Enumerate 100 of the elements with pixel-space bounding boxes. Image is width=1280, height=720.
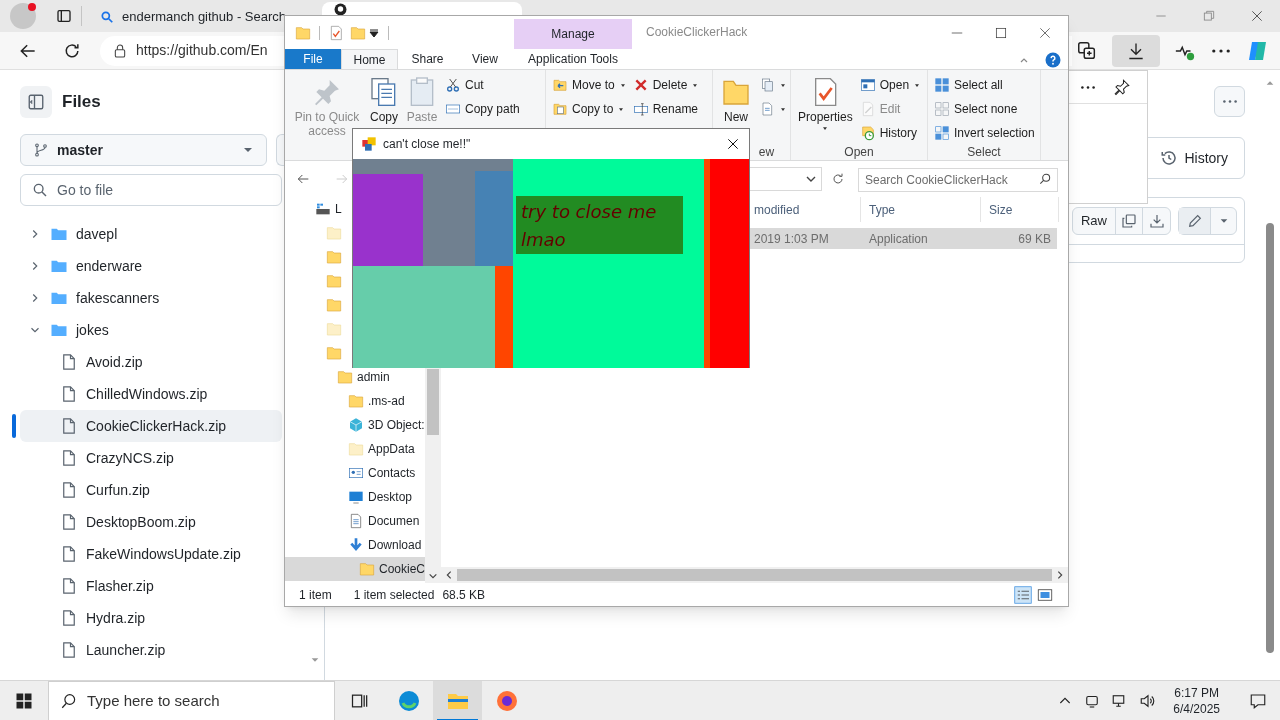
close-icon[interactable] (725, 136, 741, 152)
more-icon[interactable] (1212, 48, 1230, 53)
nav-item[interactable]: 3D Object: (285, 413, 425, 437)
path-icon (445, 101, 461, 117)
file-explorer-button[interactable] (433, 680, 482, 720)
profile-avatar[interactable] (10, 3, 36, 29)
file-icon (60, 385, 78, 403)
scroll-down-icon[interactable] (428, 571, 438, 581)
address-bar[interactable]: https://github.com/En (100, 35, 282, 66)
file-tree-item[interactable]: DesktopBoom.zip (20, 506, 282, 538)
file-tree-item[interactable]: FakeWindowsUpdate.zip (20, 538, 282, 570)
file-tree-item[interactable]: Launcher.zip (20, 634, 282, 666)
document-icon (759, 101, 775, 117)
nav-item[interactable]: .ms-ad (285, 389, 425, 413)
status-text: 68.5 KB (442, 586, 486, 604)
file-tree-item[interactable]: Curfun.zip (20, 474, 282, 506)
scroll-left-icon[interactable] (444, 570, 454, 580)
collections-icon[interactable] (1076, 39, 1098, 62)
nav-item[interactable]: Documen (285, 509, 425, 533)
file-icon (60, 449, 78, 467)
file-tree-item[interactable]: Avoid.zip (20, 346, 282, 378)
scrollbar-thumb[interactable] (457, 569, 1052, 581)
ribbon-button[interactable]: Copy (367, 74, 401, 124)
file-icon (60, 545, 78, 563)
ribbon-button[interactable]: Copy to (552, 98, 627, 120)
nav-item[interactable]: L (285, 197, 425, 221)
search-field[interactable]: Go to file (20, 174, 282, 206)
scrollbar-thumb[interactable] (1266, 223, 1274, 653)
table-cell-text: 2019 1:03 PM (753, 230, 830, 248)
folder-arrow-icon (552, 77, 568, 93)
properties-icon[interactable] (328, 24, 344, 41)
file-icon (60, 641, 78, 659)
ribbon-button[interactable]: Copy path (445, 98, 520, 120)
file-icon (60, 481, 78, 499)
table-cell-text: 69 KB (1017, 230, 1052, 248)
file-icon (60, 353, 78, 371)
customize-icon[interactable] (368, 26, 380, 39)
maximize-icon[interactable] (994, 25, 1008, 40)
scroll-right-icon[interactable] (1055, 570, 1065, 580)
scrollbar-thumb[interactable] (427, 369, 439, 435)
branch-selector[interactable]: master (20, 134, 267, 166)
selection-indicator (12, 414, 16, 438)
nav-item[interactable]: CookieC (285, 557, 425, 581)
nav-item[interactable]: admin (285, 365, 425, 389)
file-tree-item[interactable]: fakescanners (20, 282, 282, 314)
restore-icon[interactable] (1202, 9, 1216, 23)
lock-icon (112, 42, 128, 59)
scrollbar[interactable] (441, 567, 1068, 583)
pin-icon[interactable] (1113, 78, 1131, 96)
file-icon (60, 417, 78, 435)
ribbon-button[interactable]: Properties (797, 74, 854, 132)
help-icon[interactable] (1044, 51, 1062, 69)
ribbon-button[interactable]: New (719, 74, 753, 124)
column-header[interactable]: Size (981, 197, 1059, 222)
downloads-button[interactable] (1112, 34, 1160, 67)
file-tree-item[interactable]: enderware (20, 250, 282, 282)
pencil-icon (1186, 213, 1203, 229)
folder-icon (326, 249, 342, 265)
ribbon-button[interactable]: Cut (445, 74, 520, 96)
tab-actions-icon[interactable] (56, 8, 72, 24)
popup-message: try to close me lmao (516, 196, 683, 254)
ribbon-button[interactable]: Select all (934, 74, 1035, 96)
file-tree-item[interactable]: davepl (20, 218, 282, 250)
file-tree-item[interactable]: jokes (20, 314, 282, 346)
ribbon-button[interactable]: Move to (552, 74, 627, 96)
nav-item[interactable]: Desktop (285, 485, 425, 509)
nav-item[interactable]: Download (285, 533, 425, 557)
open-icon (859, 77, 876, 93)
sidebar-title: Files (62, 91, 101, 114)
details-view-icon[interactable] (1014, 585, 1032, 604)
ribbon-button[interactable]: Invert selection (934, 122, 1035, 144)
history-icon (1160, 149, 1179, 167)
panel-toggle-button[interactable] (20, 86, 52, 118)
more-icon[interactable] (1081, 85, 1095, 89)
taskbar-search-field[interactable]: Type here to search (48, 680, 335, 720)
file-tree-item[interactable]: CrazyNCS.zip (20, 442, 282, 474)
file-tree-item[interactable]: Hydra.zip (20, 602, 282, 634)
ribbon-tab[interactable]: Home (341, 49, 398, 69)
edit-button[interactable] (1179, 208, 1211, 234)
search-icon (32, 182, 48, 198)
ribbon-button[interactable]: Open (859, 74, 922, 96)
file-icon (60, 513, 78, 531)
sidebar-icon (27, 93, 45, 111)
ribbon-button[interactable]: Delete (632, 74, 700, 96)
history-icon (859, 125, 876, 141)
clock[interactable]: 6:17 PM 6/4/2025 (1167, 684, 1226, 717)
status-text: 1 item selected (353, 586, 435, 604)
nav-item[interactable]: AppData (285, 437, 425, 461)
history-button[interactable]: History (1160, 147, 1228, 169)
select-all-icon (934, 77, 950, 93)
column-header[interactable]: Type (861, 197, 981, 222)
file-tree-item[interactable]: Flasher.zip (20, 570, 282, 602)
nav-item[interactable]: Contacts (285, 461, 425, 485)
ribbon-button[interactable]: Rename (632, 98, 700, 120)
ribbon-button[interactable]: Select none (934, 98, 1035, 120)
ribbon-tab[interactable]: File (285, 49, 341, 69)
refresh-icon[interactable] (830, 171, 846, 187)
file-tree-item[interactable]: ChilledWindows.zip (20, 378, 282, 410)
search-field[interactable]: Search CookieClickerHack (858, 168, 1058, 192)
ribbon-button[interactable]: History (859, 122, 922, 144)
